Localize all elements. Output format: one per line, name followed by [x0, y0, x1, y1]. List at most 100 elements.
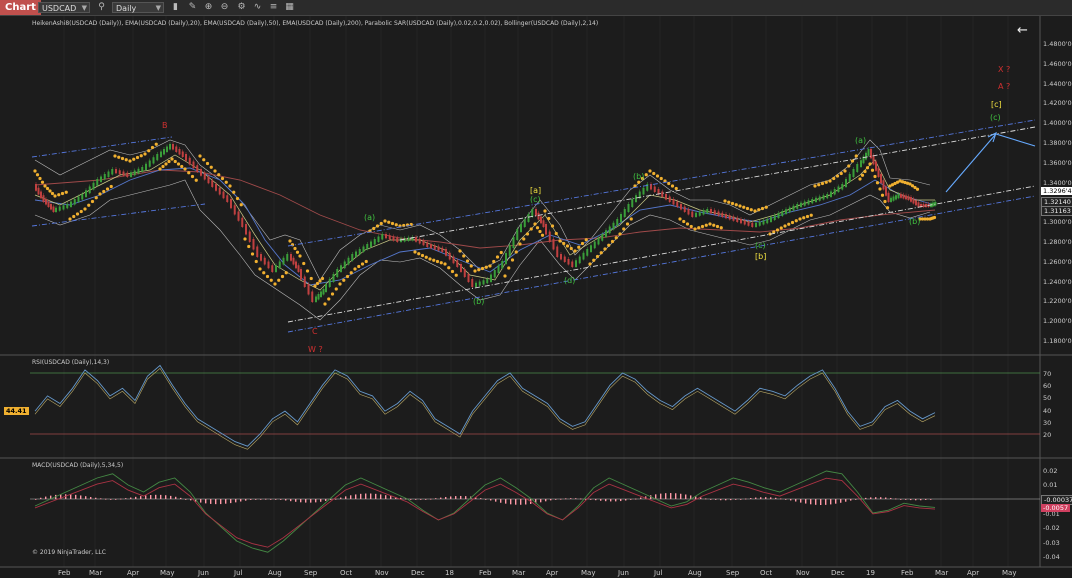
sar-dot	[330, 292, 335, 296]
sar-dot	[117, 155, 121, 159]
sar-dot	[535, 226, 540, 230]
sar-dot	[492, 259, 496, 264]
candle-body	[145, 163, 147, 170]
macd-bar	[415, 499, 417, 500]
price-y-tick-label: 1.2200'0	[1043, 297, 1072, 306]
sar-dot	[682, 219, 686, 224]
wave-label-a-left: (a)	[364, 213, 376, 222]
sar-dot	[150, 145, 155, 150]
candle-body	[627, 204, 630, 212]
candle-body	[713, 210, 716, 215]
x-axis-label: Jul	[234, 569, 243, 577]
sar-dot	[850, 159, 855, 163]
candle-body	[222, 191, 225, 199]
macd-bar	[855, 499, 857, 500]
sar-dot	[394, 223, 398, 227]
sar-dot	[161, 164, 165, 169]
x-axis-label: Jun	[618, 569, 629, 577]
sar-dot	[573, 249, 577, 253]
sar-dot	[915, 187, 920, 191]
sar-dot	[194, 178, 198, 182]
price-y-tick-label: 1.4000'0	[1043, 119, 1072, 128]
sar-dot	[614, 236, 618, 240]
sar-dot	[817, 183, 821, 187]
candle-body	[691, 211, 694, 217]
candle-body	[860, 160, 862, 167]
candle-body	[497, 265, 500, 273]
back-arrow-icon[interactable]: ←	[1017, 23, 1028, 38]
candle-body	[482, 280, 485, 285]
candle-body	[601, 234, 604, 241]
candle-body	[160, 151, 162, 157]
candle-body	[207, 176, 210, 184]
candle-body	[37, 187, 40, 195]
macd-bar	[225, 499, 227, 504]
candle-body	[52, 206, 55, 212]
sar-dot	[858, 177, 862, 181]
sar-dot	[554, 231, 558, 236]
macd-bar	[715, 499, 717, 500]
macd-bar	[285, 499, 287, 501]
candle-body	[877, 167, 880, 177]
macd-bar	[735, 499, 737, 500]
sar-dot	[83, 207, 87, 211]
sar-dot	[854, 154, 858, 158]
sar-dot	[514, 250, 518, 254]
candle-body	[311, 291, 314, 302]
candle-body	[807, 200, 810, 205]
candle-body	[115, 169, 117, 174]
price-y-tick-label: 1.2800'0	[1043, 238, 1072, 246]
macd-bar	[345, 496, 347, 499]
price-box-upper: 1.3296'4	[1041, 187, 1072, 195]
macd-bar	[495, 499, 497, 502]
macd-bar	[40, 497, 42, 499]
x-axis-label: Nov	[375, 569, 389, 577]
candle-body	[381, 234, 384, 240]
sar-dot	[224, 180, 228, 184]
candle-body	[317, 294, 320, 300]
sar-dot	[629, 217, 633, 221]
candle-body	[315, 296, 317, 302]
sar-dot	[323, 302, 327, 306]
price-indicator-label: HeikenAshi8(USDCAD (Daily)), EMA(USDCAD …	[32, 20, 599, 27]
sar-dot	[353, 267, 357, 271]
wave-label-d-1: (d)	[564, 276, 576, 285]
candle-body	[320, 291, 322, 297]
macd-bar	[725, 499, 727, 501]
sar-dot	[305, 269, 310, 273]
candle-body	[377, 236, 380, 242]
candle-body	[445, 249, 447, 256]
sar-dot	[878, 187, 882, 191]
sar-dot	[40, 180, 45, 184]
x-axis-label: Mar	[935, 569, 949, 577]
candle-body	[100, 176, 102, 182]
candle-body	[912, 198, 915, 204]
candle-body	[880, 174, 882, 184]
candle-body	[560, 254, 562, 260]
macd-bar	[420, 499, 422, 500]
candle-body	[683, 206, 686, 212]
macd-bar	[70, 494, 72, 499]
candle-body	[88, 186, 91, 194]
sar-dot	[390, 221, 395, 226]
macd-y-tick-label: -0.02	[1043, 524, 1060, 532]
candle-body	[137, 168, 140, 174]
sar-dot	[220, 176, 225, 181]
candle-body	[512, 237, 515, 248]
candle-body	[770, 217, 772, 222]
candle-body	[233, 205, 236, 215]
macd-bar	[310, 499, 312, 503]
sar-dot	[75, 212, 80, 216]
candle-body	[85, 190, 87, 197]
candle-body	[111, 169, 114, 175]
sar-dot	[68, 217, 72, 221]
candle-body	[241, 217, 244, 227]
sar-dot	[158, 167, 162, 171]
candle-body	[818, 196, 821, 201]
macd-bar	[845, 499, 847, 502]
price-y-tick-label: 1.2600'0	[1043, 257, 1072, 266]
macd-bar	[490, 499, 492, 501]
sar-dot	[595, 254, 600, 259]
macd-bar	[880, 497, 882, 499]
chart-canvas[interactable]	[0, 0, 1072, 578]
